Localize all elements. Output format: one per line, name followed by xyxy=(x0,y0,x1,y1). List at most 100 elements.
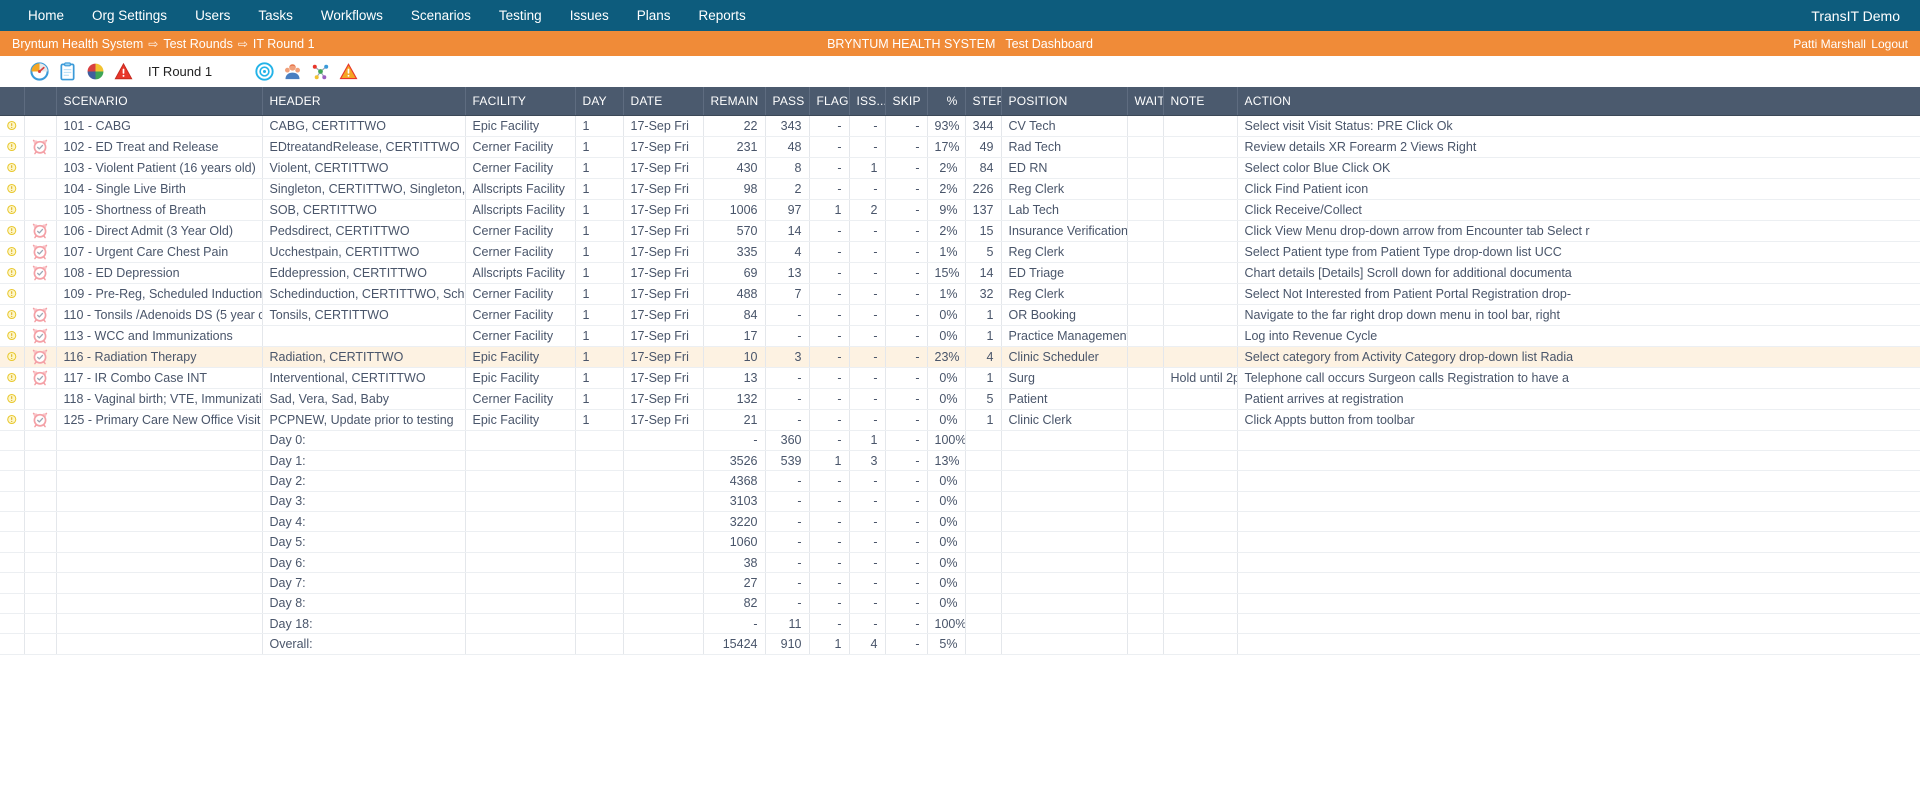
warning-circle-icon[interactable] xyxy=(7,158,17,178)
table-row[interactable]: 110 - Tonsils /Adenoids DS (5 year old)T… xyxy=(0,304,1920,325)
column-header-wait[interactable]: WAIT xyxy=(1127,87,1163,115)
summary-row[interactable]: Day 2:4368----0% xyxy=(0,471,1920,491)
column-header-flagicon[interactable] xyxy=(0,87,24,115)
column-header-remain[interactable]: REMAIN xyxy=(703,87,765,115)
column-header-pass[interactable]: PASS xyxy=(765,87,809,115)
row-alarm-icon-cell xyxy=(24,283,56,304)
people-icon[interactable] xyxy=(283,62,302,81)
nav-item-issues[interactable]: Issues xyxy=(556,0,623,31)
column-header-step[interactable]: STEP xyxy=(965,87,1001,115)
warning-circle-icon[interactable] xyxy=(7,137,17,157)
breadcrumb-item-organization[interactable]: Bryntum Health System xyxy=(12,37,143,51)
warning-circle-icon[interactable] xyxy=(7,410,17,430)
summary-row[interactable]: Day 5:1060----0% xyxy=(0,532,1920,552)
warning-circle-icon[interactable] xyxy=(7,305,17,325)
summary-row[interactable]: Day 0:-360-1-100% xyxy=(0,430,1920,450)
warning-circle-icon[interactable] xyxy=(7,368,17,388)
nav-item-tasks[interactable]: Tasks xyxy=(244,0,307,31)
breadcrumb-item-test-rounds[interactable]: Test Rounds xyxy=(163,37,232,51)
column-header-date[interactable]: DATE xyxy=(623,87,703,115)
table-row[interactable]: 117 - IR Combo Case INTInterventional, C… xyxy=(0,367,1920,388)
alert-triangle-icon[interactable] xyxy=(339,62,358,81)
summary-row[interactable]: Day 18:-11---100% xyxy=(0,614,1920,634)
nav-item-users[interactable]: Users xyxy=(181,0,244,31)
table-row[interactable]: 104 - Single Live BirthSingleton, CERTIT… xyxy=(0,178,1920,199)
warning-circle-icon[interactable] xyxy=(7,326,17,346)
nav-item-home[interactable]: Home xyxy=(14,0,78,31)
cell-remain: 1060 xyxy=(703,532,765,552)
alarm-clock-icon[interactable] xyxy=(32,137,49,157)
warning-triangle-icon[interactable] xyxy=(114,62,133,81)
cell-wait xyxy=(1127,157,1163,178)
breadcrumb-item-current-round[interactable]: IT Round 1 xyxy=(253,37,315,51)
table-row[interactable]: 107 - Urgent Care Chest PainUcchestpain,… xyxy=(0,241,1920,262)
table-row[interactable]: 103 - Violent Patient (16 years old)Viol… xyxy=(0,157,1920,178)
summary-row[interactable]: Day 7:27----0% xyxy=(0,573,1920,593)
alarm-clock-icon[interactable] xyxy=(32,305,49,325)
table-row[interactable]: 101 - CABGCABG, CERTITTWOEpic Facility11… xyxy=(0,115,1920,136)
table-row[interactable]: 118 - Vaginal birth; VTE, Immunization S… xyxy=(0,388,1920,409)
column-header-facility[interactable]: FACILITY xyxy=(465,87,575,115)
row-status-icon-cell xyxy=(0,450,24,470)
alarm-clock-icon[interactable] xyxy=(32,263,49,283)
table-row[interactable]: 108 - ED DepressionEddepression, CERTITT… xyxy=(0,262,1920,283)
warning-circle-icon[interactable] xyxy=(7,116,17,136)
column-header-action[interactable]: ACTION xyxy=(1237,87,1920,115)
nav-item-scenarios[interactable]: Scenarios xyxy=(397,0,485,31)
warning-circle-icon[interactable] xyxy=(7,389,17,409)
nav-item-reports[interactable]: Reports xyxy=(685,0,760,31)
nav-item-org-settings[interactable]: Org Settings xyxy=(78,0,181,31)
pie-chart-icon[interactable] xyxy=(86,62,105,81)
column-header-flag[interactable]: FLAG xyxy=(809,87,849,115)
speedometer-icon[interactable] xyxy=(30,62,49,81)
table-row[interactable]: 105 - Shortness of BreathSOB, CERTITTWOA… xyxy=(0,199,1920,220)
summary-row[interactable]: Day 3:3103----0% xyxy=(0,491,1920,511)
column-header-scenario[interactable]: SCENARIO xyxy=(56,87,262,115)
column-header-pct[interactable]: % xyxy=(927,87,965,115)
column-header-note[interactable]: NOTE xyxy=(1163,87,1237,115)
warning-circle-icon[interactable] xyxy=(7,263,17,283)
nav-item-testing[interactable]: Testing xyxy=(485,0,556,31)
summary-row[interactable]: Day 1:352653913-13% xyxy=(0,450,1920,470)
alarm-clock-icon[interactable] xyxy=(32,221,49,241)
warning-circle-icon[interactable] xyxy=(7,242,17,262)
alarm-clock-icon[interactable] xyxy=(32,242,49,262)
molecule-icon[interactable] xyxy=(311,62,330,81)
summary-row[interactable]: Day 6:38----0% xyxy=(0,552,1920,572)
summary-row[interactable]: Day 8:82----0% xyxy=(0,593,1920,613)
cell-step xyxy=(965,512,1001,532)
table-row[interactable]: 113 - WCC and ImmunizationsCerner Facili… xyxy=(0,325,1920,346)
column-header-header[interactable]: HEADER xyxy=(262,87,465,115)
cell-pct: 23% xyxy=(927,346,965,367)
logout-link[interactable]: Logout xyxy=(1871,37,1908,51)
table-row[interactable]: 102 - ED Treat and ReleaseEDtreatandRele… xyxy=(0,136,1920,157)
cell-note xyxy=(1163,593,1237,613)
warning-circle-icon[interactable] xyxy=(7,347,17,367)
summary-row[interactable]: Overall:1542491014-5% xyxy=(0,634,1920,654)
warning-circle-icon[interactable] xyxy=(7,221,17,241)
column-header-alarmicon[interactable] xyxy=(24,87,56,115)
summary-row[interactable]: Day 4:3220----0% xyxy=(0,512,1920,532)
column-header-position[interactable]: POSITION xyxy=(1001,87,1127,115)
warning-circle-icon[interactable] xyxy=(7,179,17,199)
alarm-clock-icon[interactable] xyxy=(32,326,49,346)
column-header-day[interactable]: DAY xyxy=(575,87,623,115)
nav-item-plans[interactable]: Plans xyxy=(623,0,685,31)
alarm-clock-icon[interactable] xyxy=(32,368,49,388)
clipboard-icon[interactable] xyxy=(58,62,77,81)
cell-position: OR Booking xyxy=(1001,304,1127,325)
table-row[interactable]: 109 - Pre-Reg, Scheduled Induction, L&D,… xyxy=(0,283,1920,304)
alarm-clock-icon[interactable] xyxy=(32,347,49,367)
column-header-iss[interactable]: ISS... xyxy=(849,87,885,115)
cell-action: Click Appts button from toolbar xyxy=(1237,409,1920,430)
target-icon[interactable] xyxy=(255,62,274,81)
table-row[interactable]: 125 - Primary Care New Office VisitPCPNE… xyxy=(0,409,1920,430)
alarm-clock-icon[interactable] xyxy=(32,410,49,430)
cell-step: 5 xyxy=(965,388,1001,409)
table-row[interactable]: 106 - Direct Admit (3 Year Old)Pedsdirec… xyxy=(0,220,1920,241)
column-header-skip[interactable]: SKIP xyxy=(885,87,927,115)
warning-circle-icon[interactable] xyxy=(7,200,17,220)
nav-item-workflows[interactable]: Workflows xyxy=(307,0,397,31)
warning-circle-icon[interactable] xyxy=(7,284,17,304)
table-row[interactable]: 116 - Radiation TherapyRadiation, CERTIT… xyxy=(0,346,1920,367)
